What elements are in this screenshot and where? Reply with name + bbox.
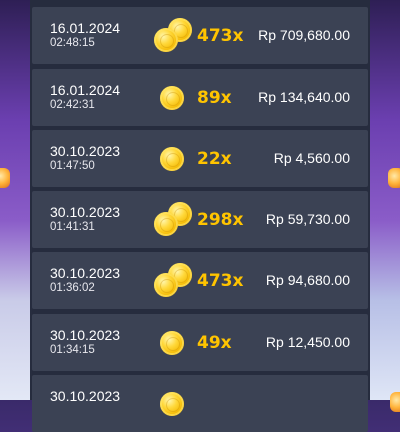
coin-icon bbox=[152, 139, 192, 179]
row-multiplier: 22x bbox=[197, 149, 232, 169]
history-row[interactable]: 30.10.2023 bbox=[32, 375, 368, 432]
row-date: 16.01.2024 bbox=[50, 20, 121, 36]
row-amount: Rp 134,640.00 bbox=[258, 89, 350, 105]
row-multiplier: 89x bbox=[197, 88, 232, 108]
row-date: 30.10.2023 bbox=[50, 204, 121, 220]
history-row[interactable]: 16.01.2024 02:42:31 89x Rp 134,640.00 bbox=[32, 69, 368, 126]
row-multiplier: 49x bbox=[197, 333, 232, 353]
history-row[interactable]: 30.10.2023 01:47:50 22x Rp 4,560.00 bbox=[32, 130, 368, 187]
row-time: 01:36:02 bbox=[50, 282, 95, 294]
coin-stack-icon bbox=[152, 261, 192, 301]
history-row[interactable]: 30.10.2023 01:34:15 49x Rp 12,450.00 bbox=[32, 314, 368, 371]
row-amount: Rp 12,450.00 bbox=[265, 334, 350, 350]
row-multiplier: 473x bbox=[197, 26, 244, 46]
row-date: 30.10.2023 bbox=[50, 327, 121, 343]
gem-decoration-icon bbox=[0, 168, 10, 188]
row-time: 01:41:31 bbox=[50, 221, 95, 233]
coin-stack-icon bbox=[152, 16, 192, 56]
row-amount: Rp 94,680.00 bbox=[265, 272, 350, 288]
gem-decoration-icon bbox=[390, 392, 400, 412]
row-time: 01:47:50 bbox=[50, 160, 95, 172]
row-multiplier: 298x bbox=[197, 210, 244, 230]
history-row[interactable]: 30.10.2023 01:36:02 473x Rp 94,680.00 bbox=[32, 252, 368, 309]
row-amount: Rp 59,730.00 bbox=[265, 211, 350, 227]
win-history-panel[interactable]: 16.01.2024 02:48:15 473x Rp 709,680.00 1… bbox=[30, 0, 370, 432]
history-row[interactable]: 16.01.2024 02:48:15 473x Rp 709,680.00 bbox=[32, 7, 368, 64]
row-date: 30.10.2023 bbox=[50, 143, 121, 159]
row-date: 30.10.2023 bbox=[50, 265, 121, 281]
row-date: 16.01.2024 bbox=[50, 82, 121, 98]
row-multiplier: 473x bbox=[197, 271, 244, 291]
coin-icon bbox=[152, 384, 192, 424]
row-time: 02:48:15 bbox=[50, 37, 95, 49]
row-amount: Rp 4,560.00 bbox=[273, 150, 350, 166]
row-amount: Rp 709,680.00 bbox=[258, 27, 350, 43]
coin-stack-icon bbox=[152, 200, 192, 240]
coin-icon bbox=[152, 78, 192, 118]
history-row[interactable]: 30.10.2023 01:41:31 298x Rp 59,730.00 bbox=[32, 191, 368, 248]
row-time: 01:34:15 bbox=[50, 344, 95, 356]
coin-icon bbox=[152, 323, 192, 363]
row-time: 02:42:31 bbox=[50, 99, 95, 111]
gem-decoration-icon bbox=[388, 168, 400, 188]
row-date: 30.10.2023 bbox=[50, 388, 121, 404]
